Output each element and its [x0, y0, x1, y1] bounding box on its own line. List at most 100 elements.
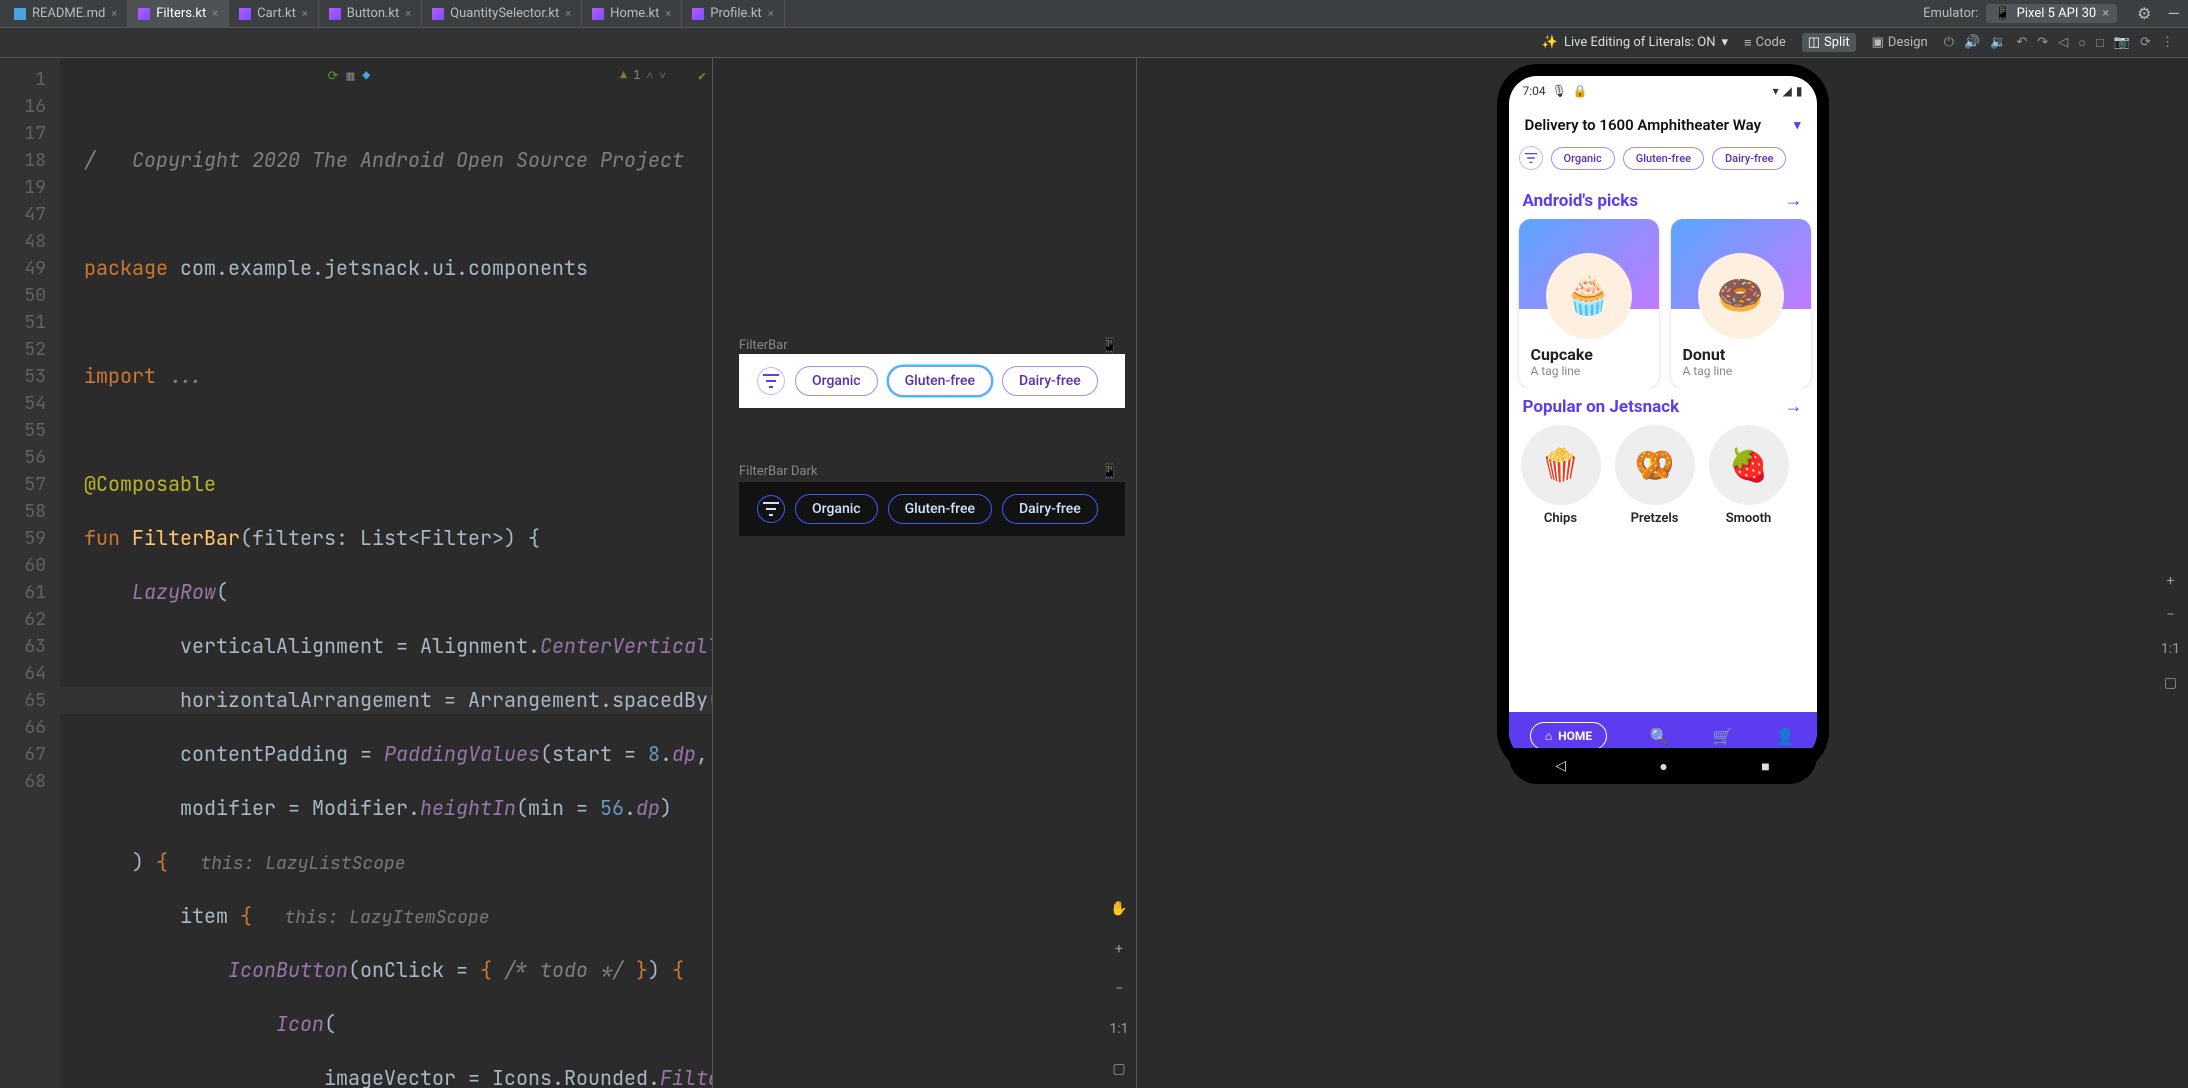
frame-icon[interactable]: ▢	[2164, 675, 2177, 691]
nav-home[interactable]: ⌂HOME	[1530, 722, 1607, 750]
tab-readme[interactable]: README.md ×	[4, 0, 128, 28]
delivery-header[interactable]: Delivery to 1600 Amphitheater Way ▾	[1509, 98, 1817, 146]
chip-glutenfree[interactable]: Gluten-free	[888, 366, 992, 396]
card-title: Donut	[1683, 345, 1799, 364]
zoom-out-icon[interactable]: −	[1106, 978, 1132, 1000]
live-edit-toggle[interactable]: ✨Live Editing of Literals: ON▾	[1542, 35, 1728, 50]
zoom-fit-icon[interactable]: 1:1	[2161, 641, 2180, 657]
volume-up-icon[interactable]: 🔊	[1964, 35, 1980, 51]
cart-icon[interactable]: 🛒	[1713, 727, 1733, 746]
zoom-fit-icon[interactable]: 1:1	[1106, 1018, 1132, 1040]
tab-profile[interactable]: Profile.kt×	[682, 0, 784, 28]
close-icon[interactable]: ×	[111, 7, 117, 20]
code-editor[interactable]: 1161718194748495051525354555657585960616…	[0, 58, 712, 1088]
close-icon[interactable]: ×	[2102, 6, 2109, 21]
filterbar-preview-light: Organic Gluten-free Dairy-free	[739, 354, 1125, 408]
battery-icon: ▮	[1796, 84, 1803, 98]
tab-cart[interactable]: Cart.kt×	[229, 0, 319, 28]
overview-icon[interactable]: ■	[1761, 758, 1769, 775]
chip-dairyfree[interactable]: Dairy-free	[1712, 147, 1786, 170]
phone-screen[interactable]: 7:04🎙🔒 ▾◢▮ Delivery to 1600 Amphitheater…	[1509, 76, 1817, 760]
code-icon: ≡	[1744, 35, 1752, 51]
chip-organic[interactable]: Organic	[795, 494, 878, 524]
zoom-in-icon[interactable]: +	[2166, 573, 2174, 589]
close-icon[interactable]: ×	[212, 7, 218, 20]
popular-smoothie[interactable]: 🍓Smooth	[1709, 425, 1789, 526]
filter-list-icon[interactable]	[757, 495, 785, 523]
chip-glutenfree[interactable]: Gluten-free	[888, 494, 992, 524]
rotate-left-icon[interactable]: ↶	[2016, 35, 2027, 51]
device-select-icon[interactable]: 📱	[1101, 464, 1118, 480]
tab-home[interactable]: Home.kt×	[582, 0, 682, 28]
volume-down-icon[interactable]: 🔉	[1990, 35, 2006, 51]
back-icon[interactable]: ◁	[1555, 758, 1566, 774]
picks-cards: 🧁CupcakeA tag line 🍩DonutA tag line	[1509, 219, 1817, 388]
camera-icon[interactable]: 📷	[2114, 35, 2130, 51]
kotlin-icon	[432, 8, 444, 20]
preview-label-dark: FilterBar Dark	[739, 464, 817, 479]
profile-icon[interactable]: 👤	[1775, 727, 1795, 746]
search-icon[interactable]: 🔍	[1650, 727, 1670, 746]
tab-label: README.md	[32, 6, 105, 21]
view-split-button[interactable]: ◫Split	[1802, 33, 1856, 52]
arrow-right-icon[interactable]: →	[1785, 396, 1803, 417]
kotlin-icon	[692, 8, 704, 20]
section-title: Android's picks	[1523, 191, 1639, 211]
close-icon[interactable]: ×	[768, 7, 774, 20]
more-icon[interactable]: ⋮	[2161, 35, 2174, 51]
close-icon[interactable]: ×	[665, 7, 671, 20]
device-selector[interactable]: 📱Pixel 5 API 30×	[1986, 4, 2117, 23]
device-select-icon[interactable]: 📱	[1101, 338, 1118, 354]
code-area[interactable]: ▲1˄˅ ⟳ ▥ ◆ ✔ / Copyright 2020 The Androi…	[60, 58, 712, 1088]
zoom-out-icon[interactable]: −	[2166, 607, 2174, 623]
rotate-right-icon[interactable]: ↷	[2037, 35, 2048, 51]
popular-pretzels[interactable]: 🥨Pretzels	[1615, 425, 1695, 526]
overview-icon[interactable]: □	[2096, 35, 2104, 51]
editor-mode-bar: ✨Live Editing of Literals: ON▾ ≡Code ◫Sp…	[0, 28, 2188, 58]
frame-icon[interactable]: ▢	[1106, 1058, 1132, 1080]
popular-chips[interactable]: 🍿Chips	[1521, 425, 1601, 526]
power-icon[interactable]: ⏻	[1944, 35, 1954, 51]
chip-dairyfree[interactable]: Dairy-free	[1002, 494, 1098, 524]
view-design-button[interactable]: ▣Design	[1866, 33, 1934, 52]
minimize-icon[interactable]: —	[2160, 4, 2188, 23]
back-icon[interactable]: ◁	[2058, 35, 2068, 51]
close-icon[interactable]: ×	[302, 7, 308, 20]
markdown-icon	[14, 8, 26, 20]
filter-list-icon[interactable]	[757, 367, 785, 395]
view-code-button[interactable]: ≡Code	[1738, 33, 1792, 53]
pan-icon[interactable]: ✋	[1106, 898, 1132, 920]
home-icon[interactable]: ●	[1659, 758, 1667, 775]
compose-preview-panel[interactable]: FilterBar 📱 Organic Gluten-free Dairy-fr…	[712, 58, 1136, 1088]
voice-icon: 🎙	[1552, 84, 1567, 98]
emulator-zoom-controls: + − 1:1 ▢	[2161, 573, 2180, 691]
home-icon[interactable]: ○	[2078, 35, 2086, 51]
close-icon[interactable]: ×	[565, 7, 571, 20]
refresh-icon[interactable]: ⟳	[2140, 35, 2151, 51]
refresh-icon[interactable]: ⟳	[328, 62, 339, 89]
chip-dairyfree[interactable]: Dairy-free	[1002, 366, 1098, 396]
tab-button[interactable]: Button.kt ×	[319, 0, 422, 28]
tab-filters[interactable]: Filters.kt×	[128, 0, 229, 28]
tab-label: Button.kt	[347, 6, 400, 21]
filter-list-icon[interactable]	[1519, 146, 1543, 170]
kotlin-icon	[592, 8, 604, 20]
arrow-right-icon[interactable]: →	[1785, 190, 1803, 211]
stack-icon[interactable]: ◆	[362, 62, 370, 89]
chevron-down-icon[interactable]: ▾	[1794, 118, 1801, 133]
close-icon[interactable]: ×	[405, 7, 411, 20]
filterbar-preview-dark: Organic Gluten-free Dairy-free	[739, 482, 1125, 536]
card-donut[interactable]: 🍩DonutA tag line	[1671, 219, 1811, 388]
zoom-in-icon[interactable]: +	[1106, 938, 1132, 960]
chip-glutenfree[interactable]: Gluten-free	[1623, 147, 1704, 170]
layers-icon[interactable]: ▥	[347, 62, 355, 89]
tab-quantity[interactable]: QuantitySelector.kt×	[422, 0, 582, 28]
preview-zoom-controls: ✋ + − 1:1 ▢	[1106, 898, 1132, 1080]
product-image: 🍓	[1709, 425, 1789, 505]
delivery-label: Delivery to 1600 Amphitheater Way	[1525, 116, 1762, 134]
card-cupcake[interactable]: 🧁CupcakeA tag line	[1519, 219, 1659, 388]
chip-organic[interactable]: Organic	[795, 366, 878, 396]
chip-organic[interactable]: Organic	[1551, 147, 1615, 170]
design-icon: ▣	[1872, 35, 1884, 50]
gear-icon[interactable]: ⚙	[2129, 4, 2159, 23]
